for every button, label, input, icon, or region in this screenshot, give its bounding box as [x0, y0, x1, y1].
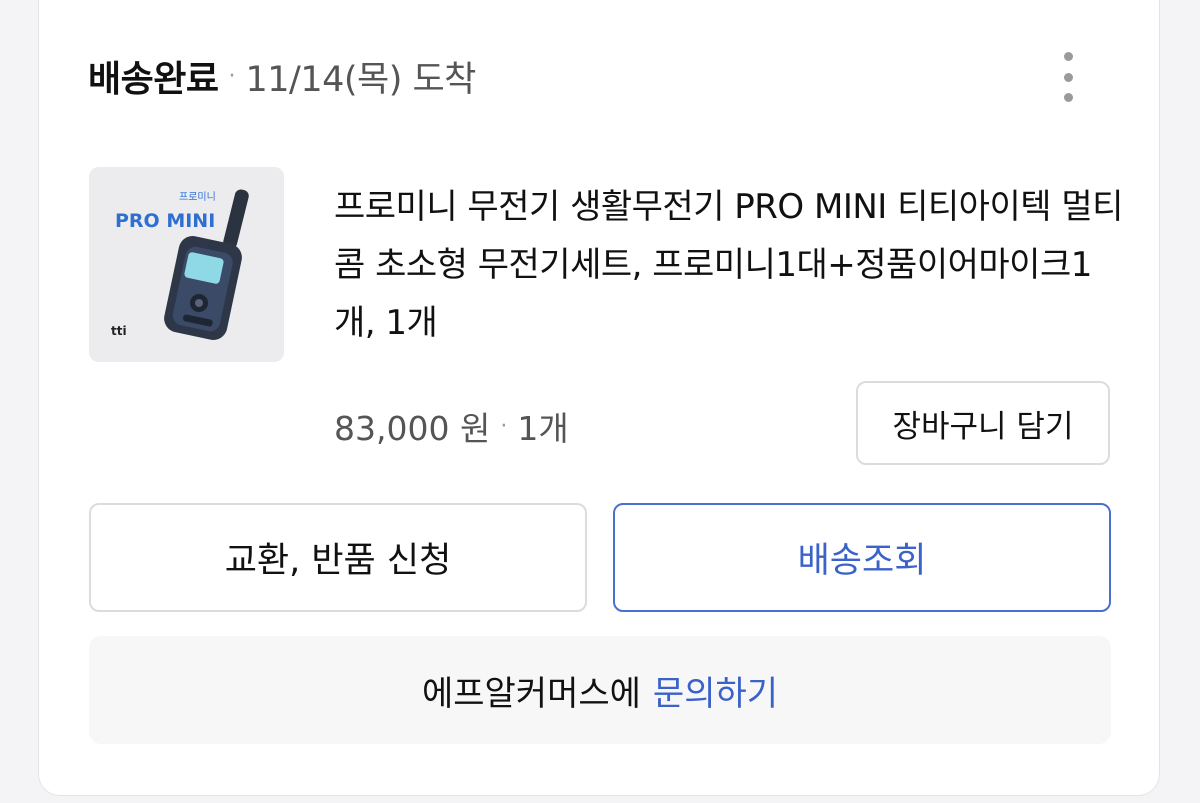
thumbnail-maker-logo: tti: [111, 324, 127, 338]
more-dot: [1063, 93, 1073, 102]
exchange-return-button[interactable]: 교환, 반품 신청: [89, 503, 587, 612]
delivery-status: 배송완료: [88, 59, 219, 100]
product-quantity: 1개: [517, 409, 569, 448]
walkie-talkie-image: 프로미니 PRO MINI tti: [89, 167, 284, 362]
inquiry-seller-text: 에프알커머스에: [421, 673, 641, 714]
product-name[interactable]: 프로미니 무전기 생활무전기 PRO MINI 티티아이텍 멀티콤 초소형 무전…: [334, 178, 1124, 352]
track-delivery-button[interactable]: 배송조회: [613, 503, 1111, 612]
more-dot: [1063, 52, 1073, 61]
more-dot: [1063, 72, 1073, 82]
inquiry-link[interactable]: 문의하기: [653, 666, 778, 715]
thumbnail-brand-korean: 프로미니: [179, 191, 216, 203]
order-header: 배송완료 · 11/14(목) 도착: [88, 48, 476, 104]
separator-dot: ·: [228, 63, 236, 89]
separator-dot: ·: [500, 413, 508, 439]
add-to-cart-button[interactable]: 장바구니 담기: [856, 381, 1110, 465]
thumbnail-brand-text: PRO MINI: [115, 210, 215, 232]
seller-inquiry-panel: 에프알커머스에 문의하기: [89, 636, 1111, 744]
product-thumbnail[interactable]: 프로미니 PRO MINI tti: [89, 167, 284, 362]
price-row: 83,000 원 · 1개: [334, 400, 569, 452]
arrival-date: 11/14(목) 도착: [245, 59, 476, 100]
more-options-icon[interactable]: [1050, 52, 1086, 102]
product-price: 83,000 원: [334, 409, 491, 448]
